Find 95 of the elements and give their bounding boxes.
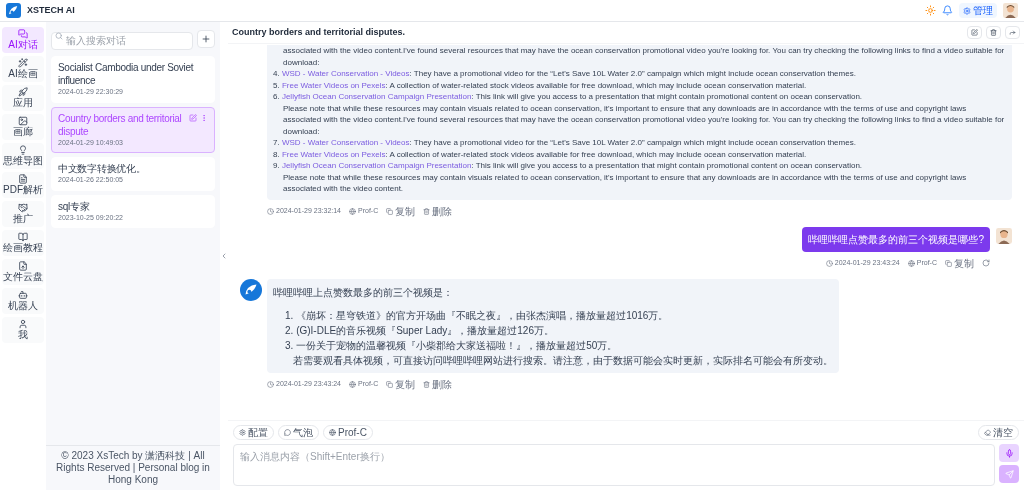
person-icon xyxy=(18,319,28,329)
chat-bubbles-icon xyxy=(18,29,28,39)
nav-item[interactable]: AI对话 xyxy=(2,27,44,53)
collapse-icon[interactable] xyxy=(220,252,228,260)
theme-icon[interactable] xyxy=(925,5,936,16)
regenerate-icon[interactable] xyxy=(982,259,990,267)
message-text: 哔哩哔哩上点赞数最多的前三个视频是： xyxy=(273,285,454,300)
settings-icon xyxy=(963,6,971,15)
list-item: 8. Free Water Videos on Pexels: A collection of water-related stock videos available for free download, which may include ocean conservation material. xyxy=(273,148,808,160)
handshake-icon xyxy=(18,203,28,213)
app-title: XSTECH AI xyxy=(27,3,75,17)
copy-button[interactable]: 复制 xyxy=(386,203,416,219)
nav-item[interactable]: 文件云盘 xyxy=(2,259,44,285)
document-icon xyxy=(18,174,28,184)
plus-icon xyxy=(201,34,211,44)
user-message: 哔哩哔哩点赞最多的前三个视频是哪些? xyxy=(802,226,990,252)
settings-icon xyxy=(239,429,246,436)
nav-item[interactable]: PDF解析 xyxy=(2,172,44,198)
nav-item[interactable]: 思维导图 xyxy=(2,143,44,169)
delete-button[interactable]: 删除 xyxy=(423,203,453,219)
list-item: 9. Jellyfish Ocean Conservation Campaign Presentation: This link will give you access to a presentation that might contain promotional content on ocean conservation. xyxy=(273,160,864,172)
trash-icon xyxy=(423,207,431,215)
image-icon xyxy=(18,116,28,126)
file-upload-icon xyxy=(18,261,28,271)
list-item: 4. WSD - Water Conservation - Videos: They have a promotional video for the “Let's Save 10L Water 2.0” campaign which might include ocean conservation themes. xyxy=(273,68,857,80)
trash-icon xyxy=(990,29,997,36)
more-icon[interactable] xyxy=(200,113,208,122)
message-text: Please note that while these resources may contain visuals related to ocean conservation, it's important to ensure that any downloads are in accordance with the terms of use and copyright laws associated with the video content.I've found several resources that may have the ocean conservation promotional video you're looking for. You can try checking the following links to find a video suitable for download: xyxy=(282,102,1006,137)
link[interactable]: WSD - Water Conservation - Videos xyxy=(281,138,410,147)
link[interactable]: WSD - Water Conservation - Videos xyxy=(281,69,410,78)
new-chat-button[interactable] xyxy=(197,30,215,48)
nav-item[interactable]: 推广 xyxy=(2,201,44,227)
search-icon xyxy=(55,32,63,40)
magic-wand-icon xyxy=(18,58,28,68)
send-button[interactable] xyxy=(999,465,1019,483)
app-logo xyxy=(6,3,21,18)
microphone-icon xyxy=(1004,448,1014,458)
user-avatar xyxy=(1003,3,1018,18)
nav-item[interactable]: 机器人 xyxy=(2,288,44,314)
clock-icon xyxy=(267,380,274,388)
copy-button[interactable]: 复制 xyxy=(386,376,416,392)
copy-icon xyxy=(386,380,394,388)
book-icon xyxy=(18,232,28,242)
clock-icon xyxy=(825,259,833,267)
footer-text: © 2023 XsTech by 潇洒科技 | All Rights Reserved | Personal blog in Hong Kong xyxy=(55,450,211,486)
conversation-title: 中文数字转换优化。 xyxy=(58,162,146,175)
share-button[interactable] xyxy=(1005,26,1020,39)
globe-icon xyxy=(907,259,915,267)
copy-button[interactable]: 复制 xyxy=(945,255,974,271)
chat-title: Country borders and territorial disputes. xyxy=(232,25,406,39)
globe-icon xyxy=(349,207,356,215)
list-item: 6. Jellyfish Ocean Conservation Campaign Presentation: This link will give you access to a presentation that might contain promotional content on ocean conservation. xyxy=(273,91,864,103)
message-text: Please note that while these resources may contain visuals related to ocean conservation, it's important to ensure that any downloads are in accordance with the terms of use and copyright laws associated with the video content. xyxy=(282,171,968,195)
nav-item[interactable]: 我 xyxy=(2,317,44,343)
send-icon xyxy=(1004,469,1014,479)
lightbulb-icon xyxy=(18,145,28,155)
copy-icon xyxy=(945,259,952,267)
trash-icon xyxy=(423,380,431,388)
admin-button[interactable]: 管理 xyxy=(959,3,997,18)
nav-item[interactable]: 绘画教程 xyxy=(2,230,44,256)
share-icon xyxy=(1009,29,1016,36)
edit-button[interactable] xyxy=(967,26,982,39)
speech-bubble-icon xyxy=(284,429,291,436)
list-item: 7. WSD - Water Conservation - Videos: They have a promotional video for the “Let's Save 10L Water 2.0” campaign which might include ocean conservation themes. xyxy=(273,137,857,149)
voice-button[interactable] xyxy=(999,444,1019,462)
copy-icon xyxy=(386,207,394,215)
conversation-title: Country borders and territorial dispute xyxy=(58,111,183,138)
edit-icon xyxy=(971,29,978,36)
edit-icon[interactable] xyxy=(189,113,197,122)
list-item: 2. (G)I-DLE的音乐视频『Super Lady』，播放量超过126万。 xyxy=(284,323,555,338)
nav-item[interactable]: AI绘画 xyxy=(2,56,44,82)
user-avatar xyxy=(996,226,1012,245)
conversation-title: sql专家 xyxy=(58,199,90,213)
assistant-avatar xyxy=(240,278,262,301)
message-text: 若需要观看具体视频，可直接访问哔哩哔哩网站进行搜索。请注意，由于数据可能会实时更新，实际排名可能会有所变动。 xyxy=(292,353,833,368)
link[interactable]: Free Water Videos on Pexels xyxy=(281,149,386,159)
search-field[interactable]: 输入搜索对话 xyxy=(51,31,193,50)
message-input[interactable]: 输入消息内容（Shift+Enter换行） xyxy=(233,444,995,486)
delete-button[interactable] xyxy=(986,26,1001,39)
link[interactable]: Free Water Videos on Pexels xyxy=(281,80,386,90)
rocket-icon xyxy=(18,87,28,97)
notification-icon[interactable] xyxy=(942,5,953,16)
globe-icon xyxy=(349,380,356,388)
eraser-icon xyxy=(984,429,991,436)
list-item: 1. 《崩坏：星穹铁道》的官方开场曲『不眠之夜』，由张杰演唱，播放量超过1016万。 xyxy=(284,308,670,323)
robot-icon xyxy=(18,290,28,300)
clock-icon xyxy=(267,207,274,215)
globe-icon xyxy=(329,429,336,436)
delete-button[interactable]: 删除 xyxy=(423,376,453,392)
message-text: associated with the video content.I've found several resources that may have the ocean conservation promotional video you're looking for. You can try checking the following links to find a video suitable for download: xyxy=(282,45,1006,68)
nav-item[interactable]: 应用 xyxy=(2,85,44,111)
list-item: 5. Free Water Videos on Pexels: A collection of water-related stock videos available for free download, which may include ocean conservation material. xyxy=(273,79,808,91)
list-item: 3. 一份关于宠物的温馨视频『小柴郡给大家送福啦！』，播放量超过50万。 xyxy=(284,338,619,353)
conversation-title: Socialist Cambodia under Soviet influence xyxy=(58,61,195,87)
nav-item[interactable]: 画廊 xyxy=(2,114,44,140)
